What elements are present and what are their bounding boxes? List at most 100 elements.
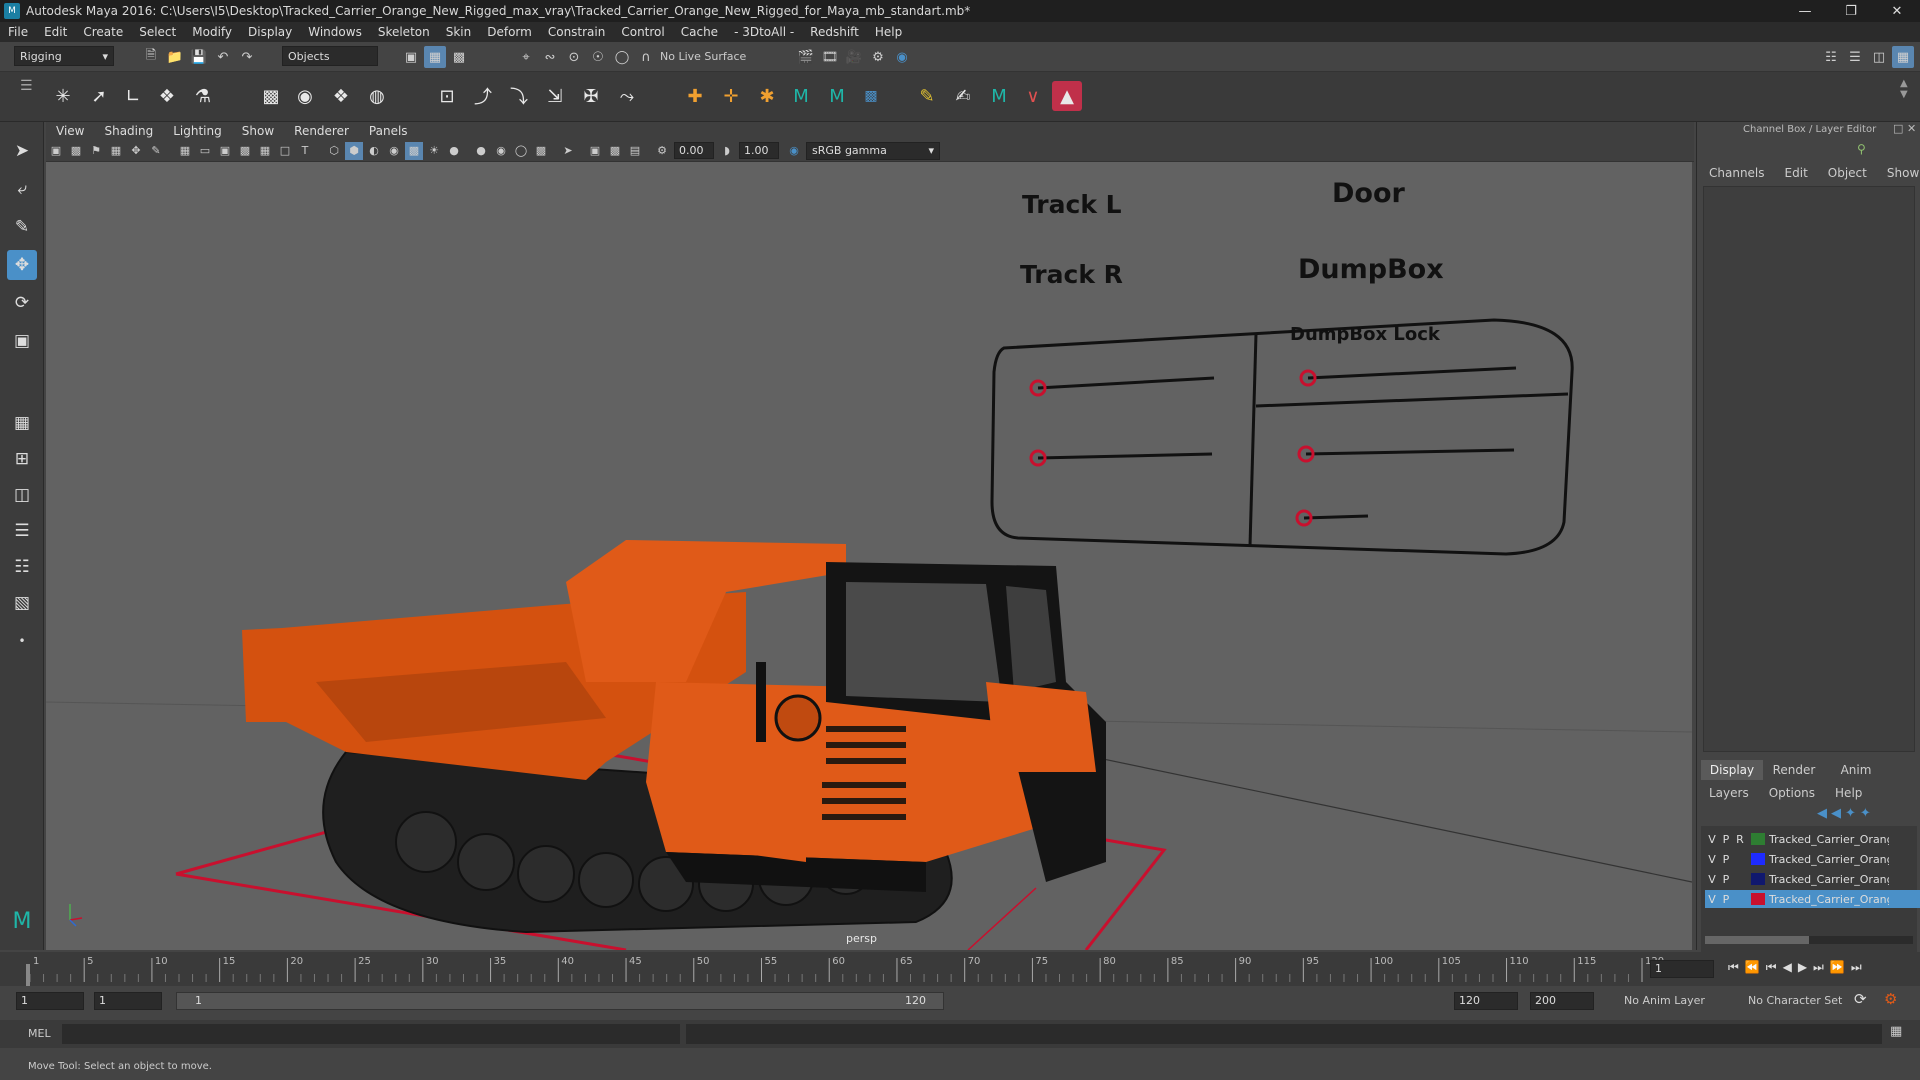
menu-redshift[interactable]: Redshift [802,25,867,39]
layer-color-swatch[interactable] [1751,893,1765,905]
menu-select[interactable]: Select [131,25,184,39]
default-material-icon[interactable]: ◐ [365,142,383,160]
camera-icon[interactable]: ▣ [47,142,65,160]
snap-point-icon[interactable]: ⊙ [563,46,585,68]
pole-vector-icon[interactable]: ⤳ [612,81,642,111]
layer-row[interactable]: V P Tracked_Carrier_Orange [1705,870,1920,888]
snap-magnet-icon[interactable]: ∩ [635,46,657,68]
ik-spline-icon[interactable]: ∟ [118,81,148,111]
joint-tool-icon[interactable]: ✳ [48,81,78,111]
layer-visibility-toggle[interactable]: V [1705,873,1719,886]
go-to-start-icon[interactable]: ⏮ [1728,960,1739,975]
gamma-icon[interactable]: ◗ [718,142,736,160]
layer-playback-toggle[interactable]: P [1719,853,1733,866]
aim-constraint-icon[interactable]: ⤴ [468,81,498,111]
safe-title-icon[interactable]: T [296,142,314,160]
animation-start-field[interactable]: 1 [16,992,84,1010]
hik-icon[interactable]: M [786,81,816,111]
animation-prefs-icon[interactable]: ⚙ [1884,990,1897,1008]
menu-windows[interactable]: Windows [300,25,370,39]
ik-handle-icon[interactable]: ➚ [84,81,114,111]
save-scene-icon[interactable]: 💾 [188,46,210,68]
minimize-icon[interactable]: — [1782,0,1828,22]
camera-attributes-icon[interactable]: ▩ [67,142,85,160]
image-plane-icon[interactable]: ▦ [107,142,125,160]
range-slider[interactable]: 1 120 [176,992,944,1010]
layer-scrollbar-thumb[interactable] [1705,936,1809,944]
lasso-tool-icon[interactable]: ⤶ [7,174,37,204]
attribute-editor-icon[interactable]: ☰ [1844,46,1866,68]
character-set-dropdown[interactable]: No Character Set [1748,994,1842,1007]
layer-name[interactable]: Tracked_Carrier_Orange [1769,853,1889,866]
menu-help[interactable]: Help [867,25,910,39]
ipr-render-icon[interactable]: 🎥 [843,46,865,68]
mel-input[interactable] [62,1024,680,1044]
menu-skin[interactable]: Skin [438,25,480,39]
quick-rig-icon[interactable]: M [984,81,1014,111]
depth-of-field-icon[interactable]: ▩ [532,142,550,160]
bookmark-icon[interactable]: ⚑ [87,142,105,160]
step-back-frame-icon[interactable]: ⏮ [1766,960,1777,975]
layer-name[interactable]: Tracked_Carrier_Orange_New [1769,833,1889,846]
select-tool-icon[interactable]: ➤ [7,136,37,166]
point-constraint-icon[interactable]: ⊡ [432,81,462,111]
shadows-icon[interactable]: ● [445,142,463,160]
layer-visibility-toggle[interactable]: V [1705,853,1719,866]
channel-box-icon[interactable]: ▦ [1892,46,1914,68]
gamma-field[interactable]: 1.00 [739,142,779,159]
channel-show-menu[interactable]: Show [1887,166,1919,180]
channel-object-menu[interactable]: Object [1828,166,1867,180]
isolate-select-icon[interactable]: ➤ [559,142,577,160]
select-by-hierarchy-icon[interactable]: ▣ [400,46,422,68]
snap-grid-icon[interactable]: ⌖ [515,46,537,68]
current-frame-field[interactable]: 1 [1650,960,1714,978]
smooth-shade-icon[interactable]: ⬢ [345,141,363,160]
move-layer-up-icon[interactable]: ◀ [1817,806,1827,821]
snap-surface-icon[interactable]: ◯ [611,46,633,68]
redo-icon[interactable]: ↷ [236,46,258,68]
screen-space-ao-icon[interactable]: ● [472,142,490,160]
render-frame-icon[interactable]: 🎞 [819,46,841,68]
layer-playback-toggle[interactable]: P [1719,833,1733,846]
move-layer-down-icon[interactable]: ◀ [1831,806,1841,821]
menu-cache[interactable]: Cache [673,25,726,39]
wireframe-icon[interactable]: ⬡ [325,142,343,160]
go-to-end-icon[interactable]: ⏭ [1851,960,1862,975]
panel-close-icon[interactable]: ✕ [1907,122,1916,135]
viewport-menu-renderer[interactable]: Renderer [284,124,359,138]
animation-end-field[interactable]: 200 [1530,992,1594,1010]
multisample-icon[interactable]: ◯ [512,142,530,160]
script-editor-icon[interactable]: ▦ [1890,1024,1902,1039]
channel-edit-menu[interactable]: Edit [1785,166,1808,180]
anim-layer-dropdown[interactable]: No Anim Layer [1624,994,1705,1007]
shader-icon[interactable]: ▲ [1052,81,1082,111]
menu-set-dropdown[interactable]: Rigging ▾ [14,46,114,66]
step-back-key-icon[interactable]: ⏪ [1745,960,1760,975]
panel-float-icon[interactable]: □ [1893,122,1903,135]
textured-icon[interactable]: ▩ [405,141,423,160]
color-space-dropdown[interactable]: sRGB gamma ▾ [806,141,940,160]
safe-action-icon[interactable]: □ [276,142,294,160]
motion-blur-icon[interactable]: ◉ [492,142,510,160]
tab-display[interactable]: Display [1701,760,1763,780]
scale-constraint-icon[interactable]: ⇲ [540,81,570,111]
shelf-menu-icon[interactable]: ☰ [20,78,33,94]
exposure-icon[interactable]: ⚙ [653,142,671,160]
color-management-icon[interactable]: ◉ [785,142,803,160]
xray-joints-icon[interactable]: ▩ [606,142,624,160]
auto-key-icon[interactable]: ⟳ [1854,990,1867,1008]
menu-skeleton[interactable]: Skeleton [370,25,438,39]
viewport-menu-show[interactable]: Show [232,124,284,138]
shelf-scroll-icon[interactable]: ▲ ▼ [1900,78,1908,100]
lattice-icon[interactable]: ◉ [290,81,320,111]
character-set-icon[interactable]: ▩ [856,81,886,111]
paint-select-icon[interactable]: ✎ [7,212,37,242]
playback-start-field[interactable]: 1 [94,992,162,1010]
channels-menu[interactable]: Channels [1709,166,1765,180]
joint-orient-icon[interactable]: ✛ [716,81,746,111]
close-icon[interactable]: ✕ [1874,0,1920,22]
layer-color-swatch[interactable] [1751,833,1765,845]
tab-render[interactable]: Render [1763,760,1825,780]
film-gate-icon[interactable]: ▭ [196,142,214,160]
resolution-gate-icon[interactable]: ▣ [216,142,234,160]
